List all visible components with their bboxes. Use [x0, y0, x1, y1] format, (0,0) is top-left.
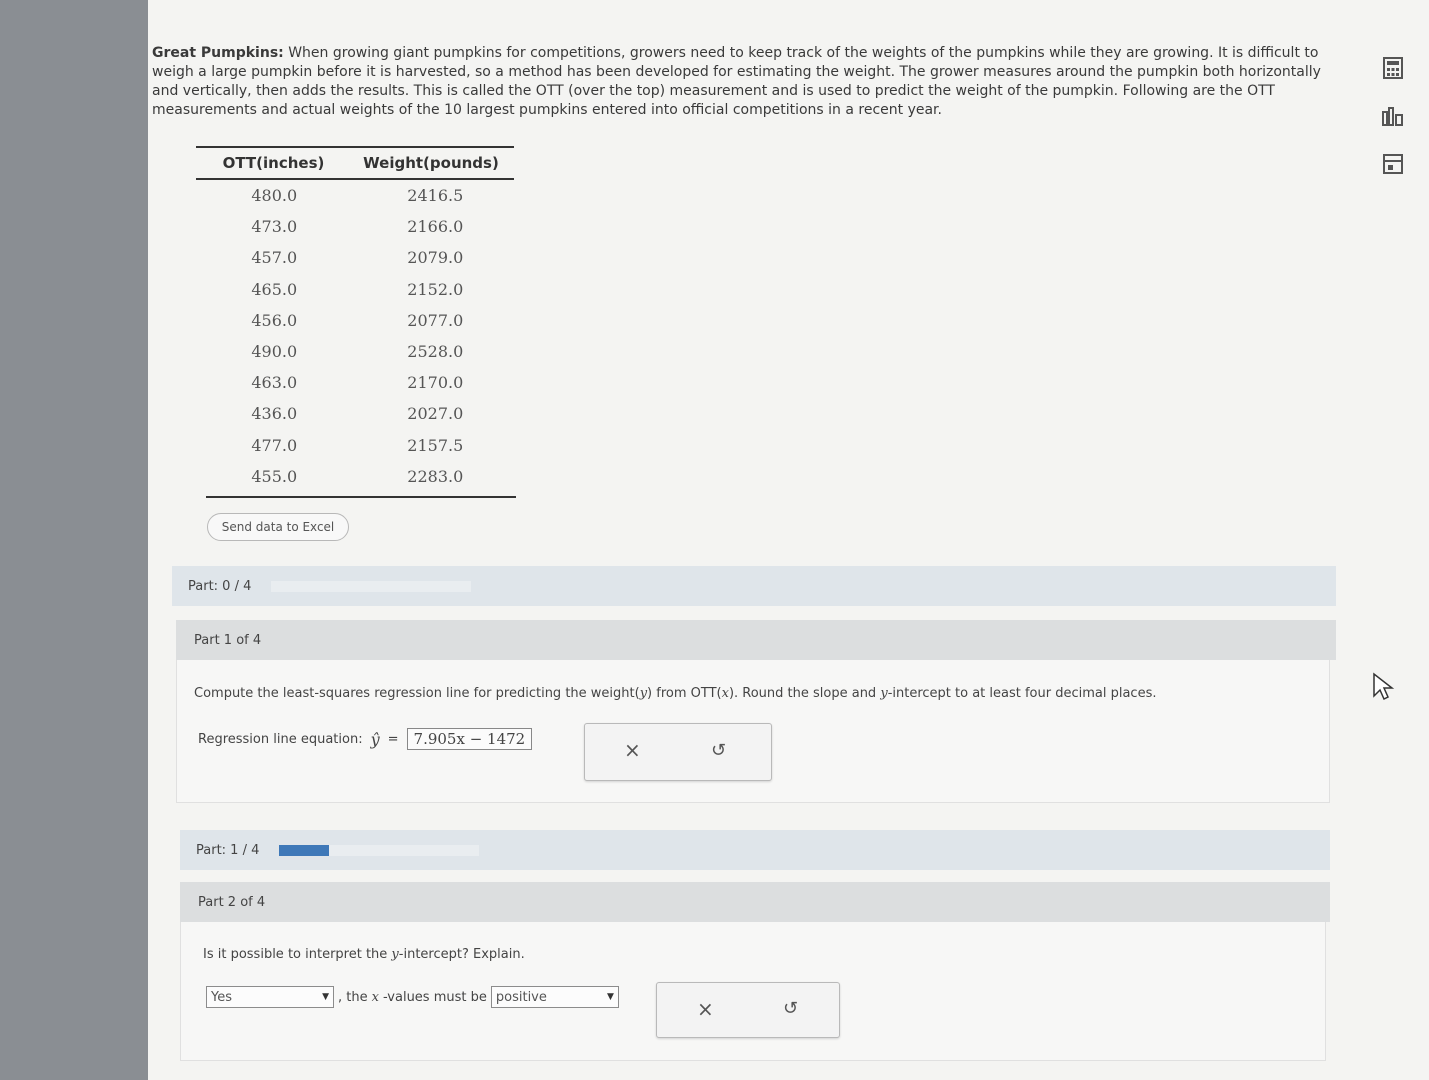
part-progress-label: Part: 1 / 4 [196, 842, 260, 858]
part1-header-label: Part 1 of 4 [194, 632, 262, 648]
table-row: 455.0 2283.0 [196, 461, 514, 492]
question-text: Compute the least-squares regression lin… [194, 686, 640, 701]
header-ott: OTT(inches) [222, 154, 325, 172]
weight-cell: 2077.0 [407, 310, 464, 330]
question-text: ) from OTT( [647, 686, 722, 701]
regression-equation-row: Regression line equation: ŷ = 7.905x − 1… [198, 728, 533, 750]
header-weight: Weight(pounds) [363, 154, 499, 172]
side-toolbar [1380, 55, 1416, 199]
part2-question: Is it possible to interpret the y-interc… [203, 947, 525, 962]
var-y: y [391, 947, 399, 962]
var-y: y [639, 686, 648, 701]
weight-cell: 2528.0 [407, 342, 464, 362]
ott-cell: 457.0 [251, 248, 298, 268]
part2-header-label: Part 2 of 4 [198, 894, 266, 910]
sign-select[interactable]: positive ▼ [490, 986, 619, 1008]
weight-cell: 2157.5 [407, 435, 464, 455]
clear-icon[interactable]: × [697, 997, 714, 1021]
bar-chart-icon[interactable] [1380, 103, 1406, 129]
problem-text: When growing giant pumpkins for competit… [152, 45, 1321, 118]
answer-text: , the [338, 989, 368, 1005]
problem-title: Great Pumpkins: [152, 45, 284, 61]
table-row: 490.0 2528.0 [196, 336, 514, 367]
y-hat-symbol: ŷ [370, 729, 380, 749]
ott-cell: 465.0 [251, 279, 298, 299]
part-progress-bar: Part: 0 / 4 [172, 566, 1336, 606]
question-text: ). Round the slope and [728, 686, 881, 701]
part-progress-fill [279, 844, 330, 856]
select-value: Yes [211, 989, 232, 1005]
table-row: 436.0 2027.0 [196, 398, 514, 429]
problem-statement: Great Pumpkins: When growing giant pumpk… [152, 44, 1342, 120]
weight-cell: 2027.0 [407, 404, 464, 424]
undo-icon[interactable]: ↺ [711, 740, 726, 761]
part2-answer-row: Yes ▼ , the x -values must be positive ▼ [206, 986, 619, 1008]
table-bottom-rule [206, 495, 516, 498]
ott-cell: 477.0 [251, 435, 298, 455]
undo-icon[interactable]: ↺ [783, 998, 798, 1019]
send-to-excel-button[interactable]: Send data to Excel [207, 513, 349, 541]
weight-cell: 2166.0 [407, 217, 464, 237]
table-row: 463.0 2170.0 [196, 367, 514, 398]
equation-label: Regression line equation: [198, 731, 363, 747]
select-value: positive [495, 989, 547, 1005]
part1-header: Part 1 of 4 [176, 620, 1336, 660]
ott-cell: 436.0 [251, 404, 298, 424]
part-progress-bar: Part: 1 / 4 [180, 830, 1330, 870]
var-y: y [880, 686, 888, 701]
data-sheet-icon[interactable] [1380, 151, 1406, 177]
weight-cell: 2283.0 [407, 466, 464, 486]
ott-cell: 463.0 [251, 373, 298, 393]
regression-answer-input[interactable]: 7.905x − 1472 [406, 728, 533, 750]
question-text: -intercept to at least four decimal plac… [887, 686, 1157, 701]
table-row: 473.0 2166.0 [196, 211, 514, 242]
weight-cell: 2416.5 [407, 186, 464, 206]
part2-header: Part 2 of 4 [180, 882, 1330, 922]
calculator-icon[interactable] [1380, 55, 1406, 81]
table-row: 456.0 2077.0 [196, 305, 514, 336]
part-progress-track [271, 580, 472, 592]
part-progress-label: Part: 0 / 4 [188, 578, 252, 594]
table-row: 477.0 2157.5 [196, 430, 514, 461]
var-x: x [371, 989, 379, 1005]
equals-sign: = [387, 731, 399, 747]
dropdown-arrow-icon: ▼ [322, 992, 329, 1002]
weight-cell: 2152.0 [407, 279, 464, 299]
part1-question: Compute the least-squares regression lin… [194, 686, 1314, 701]
yes-no-select[interactable]: Yes ▼ [206, 986, 334, 1008]
table-header: OTT(inches) Weight(pounds) [196, 146, 514, 180]
table-row: 465.0 2152.0 [196, 274, 514, 305]
question-text: -intercept? Explain. [398, 947, 525, 962]
pumpkin-data-table: OTT(inches) Weight(pounds) 480.0 2416.5 4… [196, 146, 516, 498]
ott-cell: 456.0 [251, 310, 298, 330]
weight-cell: 2079.0 [407, 248, 464, 268]
mouse-cursor-icon [1373, 672, 1395, 701]
table-row: 457.0 2079.0 [196, 242, 514, 273]
part-progress-track [279, 844, 480, 856]
table-row: 480.0 2416.5 [196, 180, 514, 211]
answer-text: -values must be [382, 989, 487, 1005]
weight-cell: 2170.0 [407, 373, 464, 393]
ott-cell: 480.0 [251, 186, 298, 206]
part2-action-box: × ↺ [656, 982, 840, 1038]
clear-icon[interactable]: × [624, 738, 641, 762]
ott-cell: 473.0 [251, 217, 298, 237]
var-x: x [721, 686, 729, 701]
dropdown-arrow-icon: ▼ [606, 992, 614, 1002]
ott-cell: 490.0 [251, 342, 298, 362]
part1-action-box: × ↺ [584, 723, 772, 781]
question-text: Is it possible to interpret the [203, 947, 392, 962]
ott-cell: 455.0 [251, 466, 298, 486]
